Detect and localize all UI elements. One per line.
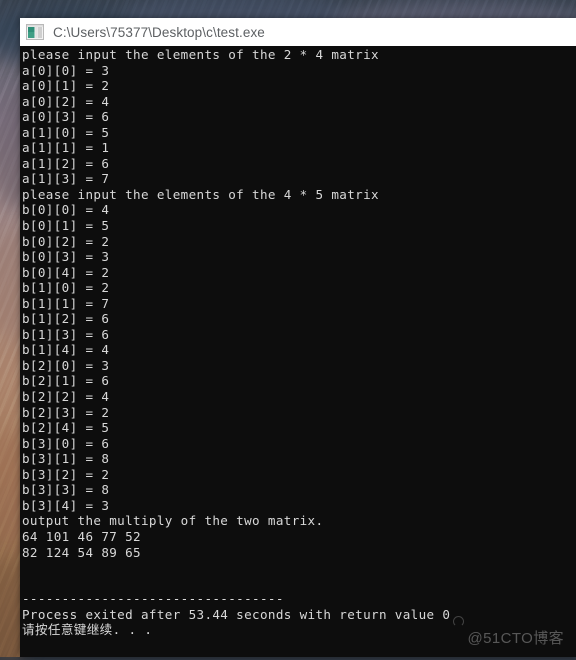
console-text: please input the elements of the 2 * 4 m… (22, 47, 451, 638)
window-title-text: C:\Users\75377\Desktop\c\test.exe (53, 24, 265, 40)
window-title-bar[interactable]: C:\Users\75377\Desktop\c\test.exe (20, 18, 576, 46)
watermark-ring-icon (453, 616, 464, 627)
console-output-area[interactable]: please input the elements of the 2 * 4 m… (20, 46, 576, 657)
console-window[interactable]: C:\Users\75377\Desktop\c\test.exe please… (20, 18, 576, 657)
console-window-icon (26, 24, 44, 40)
watermark-text: @51CTO博客 (467, 630, 564, 647)
